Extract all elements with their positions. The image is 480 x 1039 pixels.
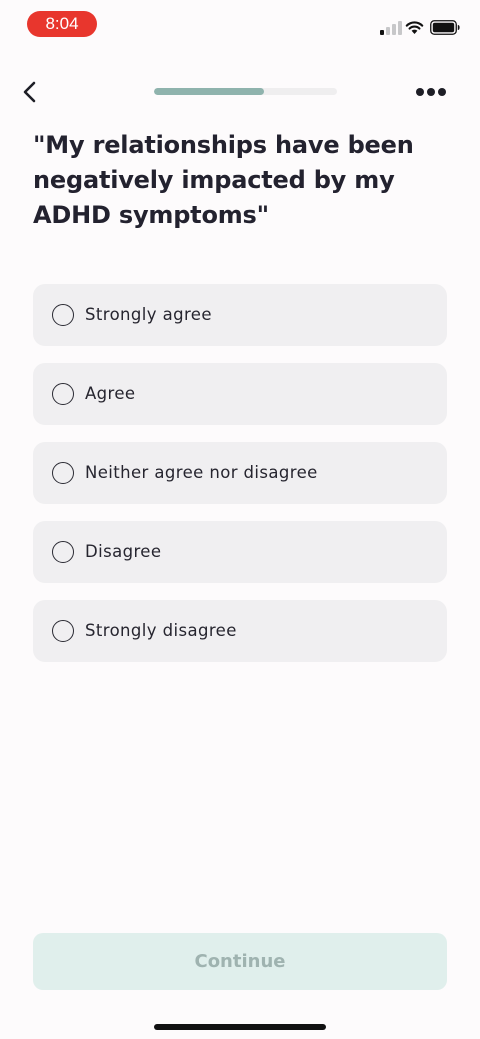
more-horizontal-icon <box>416 88 446 96</box>
progress-fill <box>154 88 264 95</box>
option-label: Disagree <box>85 542 162 561</box>
option-strongly-agree[interactable]: Strongly agree <box>33 284 447 346</box>
status-bar: 8:04 <box>0 0 480 48</box>
quiz-screen: 8:04 "My relationships have been negativ… <box>0 0 480 1039</box>
radio-icon[interactable] <box>52 304 74 326</box>
radio-icon[interactable] <box>52 541 74 563</box>
option-strongly-disagree[interactable]: Strongly disagree <box>33 600 447 662</box>
option-label: Strongly disagree <box>85 621 237 640</box>
option-disagree[interactable]: Disagree <box>33 521 447 583</box>
more-button[interactable] <box>413 82 449 102</box>
option-agree[interactable]: Agree <box>33 363 447 425</box>
option-label: Agree <box>85 384 136 403</box>
battery-icon <box>430 20 460 35</box>
option-label: Strongly agree <box>85 305 212 324</box>
back-button[interactable] <box>18 78 44 106</box>
option-label: Neither agree nor disagree <box>85 463 318 482</box>
home-indicator[interactable] <box>154 1024 326 1030</box>
option-neither[interactable]: Neither agree nor disagree <box>33 442 447 504</box>
radio-icon[interactable] <box>52 383 74 405</box>
question-title: "My relationships have been negatively i… <box>33 131 414 229</box>
wifi-icon <box>405 21 424 34</box>
status-time[interactable]: 8:04 <box>27 11 97 37</box>
signal-icon <box>380 21 402 35</box>
progress-bar <box>154 88 337 95</box>
answer-options: Strongly agree Agree Neither agree nor d… <box>33 284 447 679</box>
chevron-left-icon <box>23 81 36 103</box>
radio-icon[interactable] <box>52 620 74 642</box>
continue-button[interactable]: Continue <box>33 933 447 990</box>
radio-icon[interactable] <box>52 462 74 484</box>
